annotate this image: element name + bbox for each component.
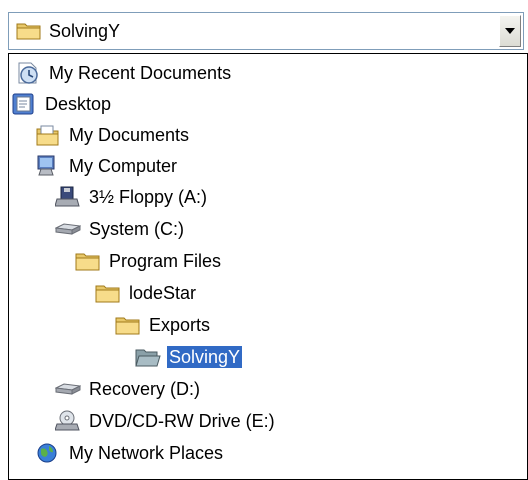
list-item-label: My Documents — [69, 125, 190, 145]
look-in-combobox[interactable]: SolvingY — [8, 12, 524, 50]
my-documents-icon — [35, 123, 61, 147]
hard-drive-icon — [54, 377, 82, 401]
list-item-label: System (C:) — [89, 219, 185, 239]
list-item-system-c[interactable]: System (C:) — [54, 214, 186, 244]
dropdown-button[interactable] — [499, 15, 521, 47]
hard-drive-icon — [54, 217, 82, 241]
list-item-my-recent-documents[interactable]: My Recent Documents — [15, 58, 233, 88]
floppy-drive-icon — [54, 185, 81, 209]
list-item-label: DVD/CD-RW Drive (E:) — [89, 411, 275, 431]
look-in-value: SolvingY — [49, 21, 121, 41]
open-folder-icon — [135, 345, 161, 369]
list-item-floppy-a[interactable]: 3½ Floppy (A:) — [54, 182, 209, 212]
look-in-dropdown-list: My Recent Documents Desktop My Documents… — [8, 53, 528, 480]
list-item-label: Recovery (D:) — [89, 379, 201, 399]
list-item-my-documents[interactable]: My Documents — [35, 120, 191, 150]
folder-icon — [115, 313, 141, 337]
list-item-lodestar[interactable]: lodeStar — [95, 278, 198, 308]
desktop-icon — [11, 92, 37, 116]
folder-icon — [16, 21, 42, 41]
my-computer-icon — [35, 154, 61, 178]
list-item-program-files[interactable]: Program Files — [75, 246, 223, 276]
list-item-solvingy[interactable]: SolvingY — [135, 342, 243, 372]
list-item-my-computer[interactable]: My Computer — [35, 151, 179, 181]
list-item-label: Program Files — [109, 251, 222, 271]
list-item-desktop[interactable]: Desktop — [11, 89, 113, 119]
dvd-drive-icon — [54, 409, 81, 433]
list-item-label: lodeStar — [129, 283, 197, 303]
list-item-label: Exports — [149, 315, 211, 335]
list-item-my-network-places[interactable]: My Network Places — [35, 438, 225, 468]
list-item-label: My Recent Documents — [49, 63, 232, 83]
list-item-label: My Network Places — [69, 443, 224, 463]
chevron-down-icon — [505, 28, 515, 34]
folder-icon — [75, 249, 101, 273]
look-in-control: SolvingY My Recent Documents Desktop My … — [0, 0, 528, 480]
list-item-exports[interactable]: Exports — [115, 310, 212, 340]
folder-icon — [95, 281, 121, 305]
list-item-label: My Computer — [69, 156, 178, 176]
list-item-label: 3½ Floppy (A:) — [89, 187, 208, 207]
recent-documents-icon — [15, 61, 41, 85]
list-item-recovery-d[interactable]: Recovery (D:) — [54, 374, 202, 404]
list-item-label: Desktop — [45, 94, 112, 114]
network-places-icon — [35, 441, 61, 465]
list-item-dvd-drive-e[interactable]: DVD/CD-RW Drive (E:) — [54, 406, 277, 436]
list-item-label: SolvingY — [167, 346, 243, 368]
